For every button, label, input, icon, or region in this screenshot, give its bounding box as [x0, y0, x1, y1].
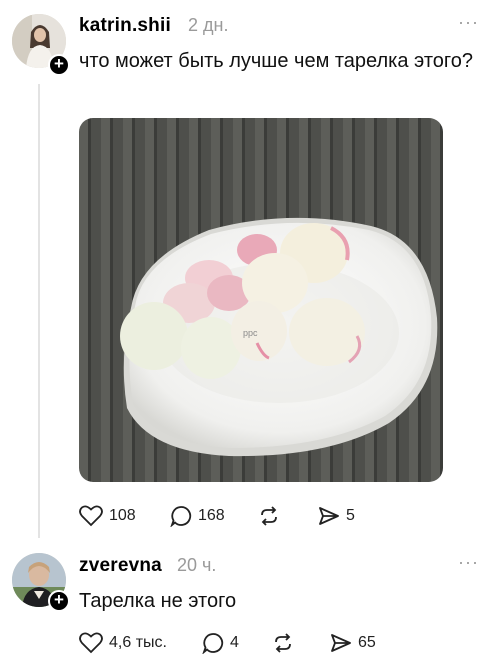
- reply-time: 20 ч.: [177, 555, 217, 575]
- reply-like-button[interactable]: 4,6 тыс.: [79, 632, 167, 654]
- send-icon: [319, 507, 339, 525]
- reply-comment-count: 4: [230, 634, 239, 651]
- post-share-button[interactable]: 5: [318, 505, 355, 527]
- post-share-count: 5: [346, 507, 355, 524]
- post-photo[interactable]: ppc: [79, 118, 443, 482]
- post-comment-button[interactable]: 168: [170, 505, 225, 527]
- reply-more-icon[interactable]: ···: [458, 552, 479, 573]
- comment-bubble-icon: [170, 506, 192, 527]
- heart-icon: [79, 632, 103, 654]
- reply-like-count: 4,6 тыс.: [109, 634, 167, 651]
- reply-username[interactable]: zverevna: [79, 555, 162, 577]
- photo-watermark: ppc: [243, 328, 258, 338]
- reply-share-count: 65: [358, 634, 376, 651]
- reply-share-button[interactable]: 65: [330, 632, 376, 654]
- reply-repost-button[interactable]: [272, 632, 294, 654]
- post-time: 2 дн.: [188, 15, 229, 35]
- reply-comment-button[interactable]: 4: [202, 632, 239, 654]
- post-like-count: 108: [109, 507, 136, 524]
- comment-bubble-icon: [202, 633, 224, 654]
- thread-line: [38, 84, 40, 538]
- post-like-button[interactable]: 108: [79, 505, 136, 527]
- reply-follow-plus-icon[interactable]: +: [48, 590, 70, 612]
- post-more-icon[interactable]: ···: [458, 12, 479, 33]
- reply-text: Тарелка не этого: [79, 590, 237, 612]
- send-icon: [331, 634, 351, 652]
- post-username[interactable]: katrin.shii: [79, 15, 171, 37]
- post-comment-count: 168: [198, 507, 225, 524]
- post-text: что может быть лучше чем тарелка этого?: [79, 50, 473, 72]
- heart-icon: [79, 505, 103, 527]
- repost-icon: [275, 633, 291, 653]
- follow-plus-icon[interactable]: +: [48, 54, 70, 76]
- repost-icon: [261, 506, 277, 526]
- post-repost-button[interactable]: [258, 505, 280, 527]
